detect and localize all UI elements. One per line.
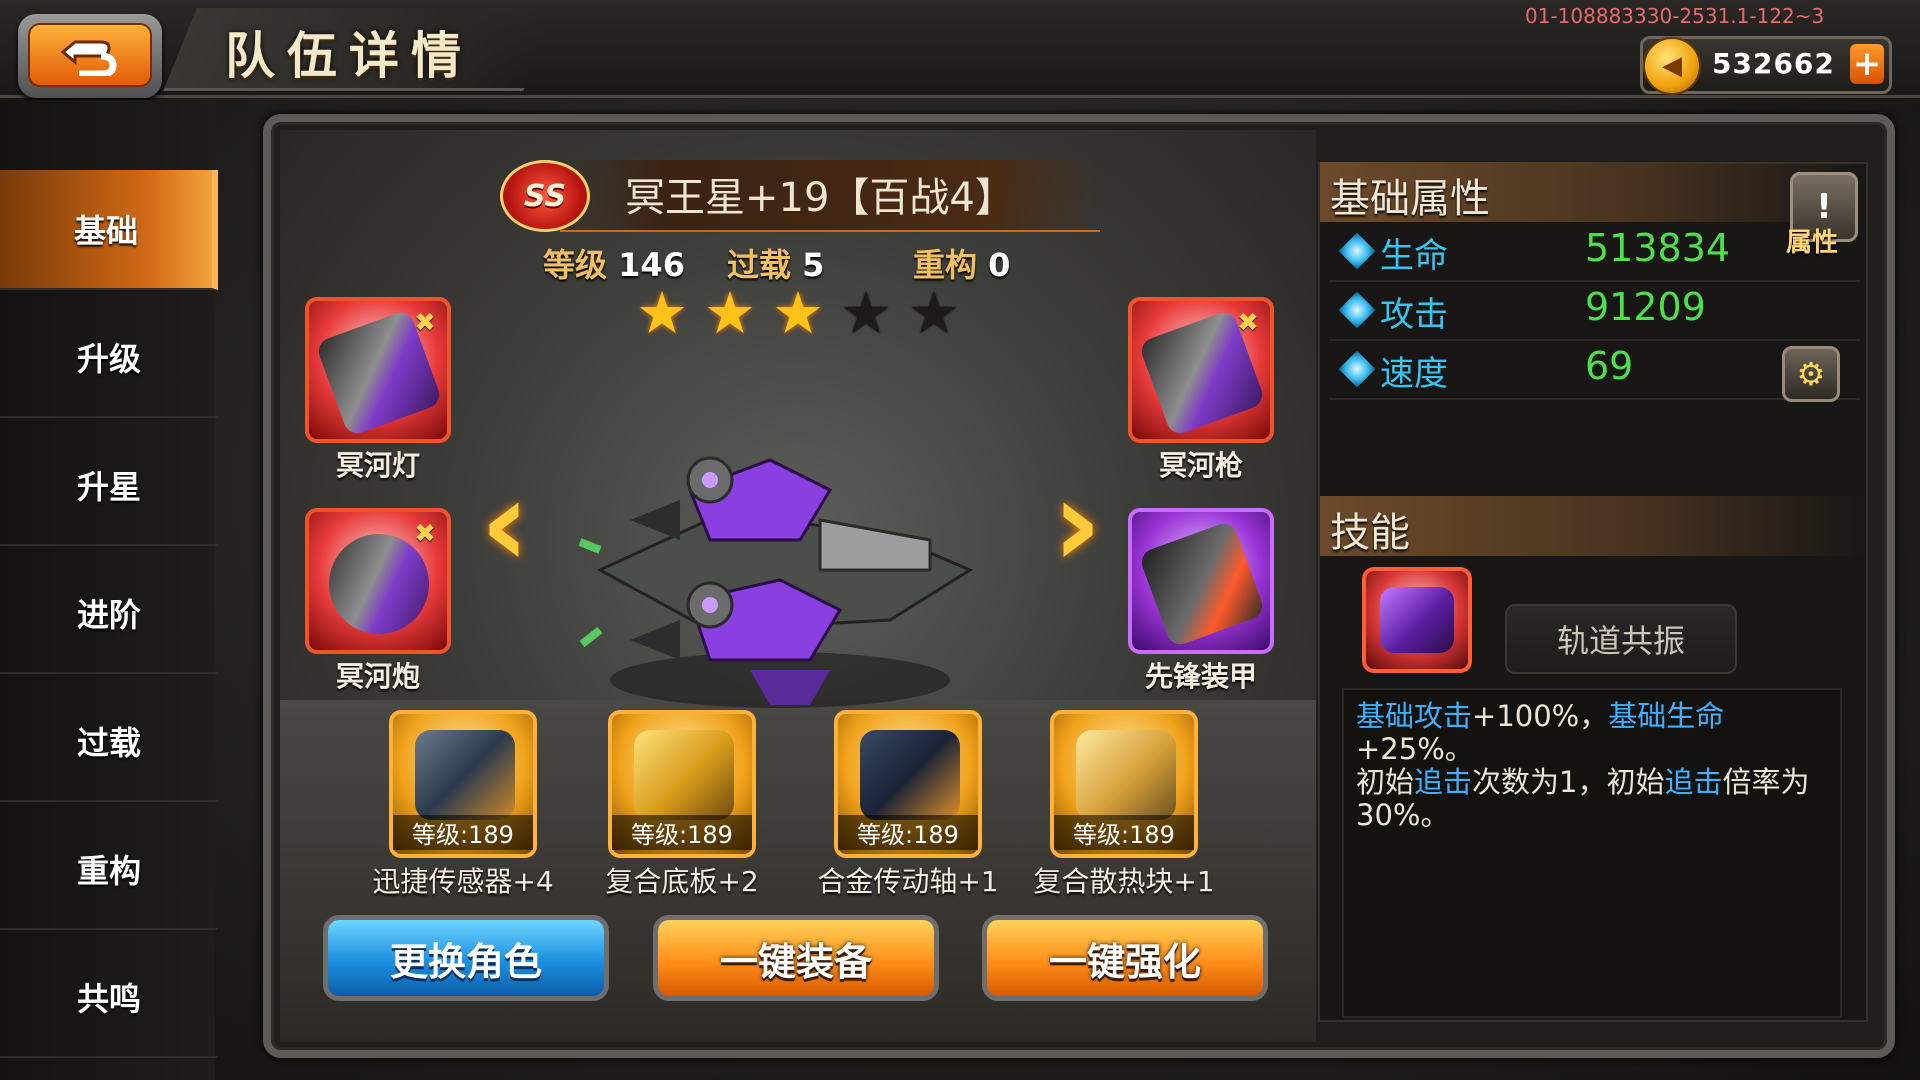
skill-desc-keyword: 基础生命 <box>1608 699 1725 733</box>
add-coins-button[interactable]: + <box>1850 44 1884 84</box>
strengthen-all-button[interactable]: 一键强化 <box>982 915 1268 1001</box>
star-filled-icon: ★ <box>704 279 756 347</box>
star-empty-icon: ★ <box>840 279 892 347</box>
skill-desc-keyword: 追击 <box>1414 765 1473 799</box>
star-filled-icon: ★ <box>636 279 688 347</box>
equip-slot-1[interactable]: 等级:189 <box>389 710 537 858</box>
nav-item-basic[interactable]: 基础 <box>0 170 218 290</box>
equip-slot-4[interactable]: 等级:189 <box>1050 710 1198 858</box>
equip-level: 等级:189 <box>393 815 533 850</box>
nav-item-upgrade[interactable]: 升级 <box>0 298 218 418</box>
equip-name-1: 迅捷传感器+4 <box>372 865 554 898</box>
skill-icon[interactable] <box>1362 567 1472 673</box>
skill-desc-text: +25%。 <box>1356 732 1474 766</box>
slot-top-left[interactable]: ✖ <box>305 297 451 443</box>
equip-level: 等级:189 <box>838 815 978 850</box>
equip-slot-2[interactable]: 等级:189 <box>608 710 756 858</box>
attributes-header: 基础属性 <box>1320 162 1866 222</box>
drive-shaft-icon <box>860 730 960 820</box>
slot-bottom-right-name: 先锋装甲 <box>1144 660 1257 693</box>
gear-icon: ⚙ <box>1796 355 1826 393</box>
equip-name-3: 合金传动轴+1 <box>817 865 999 898</box>
wrench-icon: ✖ <box>414 519 436 549</box>
slot-bottom-left[interactable]: ✖ <box>305 508 451 654</box>
diamond-icon <box>1338 232 1376 270</box>
skill-desc-text: 次数为1，初始 <box>1472 765 1665 799</box>
slot-bottom-left-name: 冥河炮 <box>335 660 420 693</box>
skill-desc-text: 30%。 <box>1356 798 1450 832</box>
coin-value: 532662 <box>1712 47 1835 80</box>
equip-name-4: 复合散热块+1 <box>1033 865 1215 898</box>
exclamation-icon: ! <box>1816 187 1832 227</box>
skill-header: 技能 <box>1320 496 1866 556</box>
wrench-icon: ✖ <box>1237 308 1259 338</box>
attr-row-atk: 攻击 91209 <box>1330 281 1860 341</box>
settings-gear-button[interactable]: ⚙ <box>1782 346 1840 402</box>
skill-desc-text: 倍率为 <box>1722 765 1810 799</box>
prev-unit-arrow-icon[interactable]: ‹ <box>470 465 540 585</box>
spd-value: 69 <box>1585 344 1634 388</box>
slot-bottom-right[interactable] <box>1128 508 1274 654</box>
skill-title: 技能 <box>1330 510 1410 556</box>
server-id: 01-108883330-2531.1-122~3 <box>1525 4 1825 28</box>
return-arrow-icon <box>28 23 152 87</box>
equip-all-button[interactable]: 一键装备 <box>653 915 939 1001</box>
wrench-icon: ✖ <box>414 308 436 338</box>
spd-label: 速度 <box>1380 354 1448 394</box>
hp-value: 513834 <box>1585 226 1731 270</box>
equip-slot-3[interactable]: 等级:189 <box>834 710 982 858</box>
nav-item-star-up[interactable]: 升星 <box>0 426 218 546</box>
skill-desc-text: +100%， <box>1472 699 1609 733</box>
diamond-icon <box>1338 291 1376 329</box>
diamond-icon <box>1338 350 1376 388</box>
base-plate-icon <box>634 730 734 820</box>
skill-desc-keyword: 追击 <box>1664 765 1723 799</box>
slot-top-left-name: 冥河灯 <box>335 449 420 482</box>
equip-name-2: 复合底板+2 <box>605 865 759 898</box>
skill-desc-text: 初始 <box>1356 765 1415 799</box>
nav-item-resonance[interactable]: 共鸣 <box>0 938 218 1058</box>
page-title: 队伍详情 <box>225 27 473 85</box>
change-role-button[interactable]: 更换角色 <box>323 915 609 1001</box>
back-button[interactable] <box>18 14 162 98</box>
atk-value: 91209 <box>1585 285 1706 329</box>
nav-item-overload[interactable]: 过载 <box>0 682 218 802</box>
heat-sink-icon <box>1076 730 1176 820</box>
equip-level: 等级:189 <box>612 815 752 850</box>
attributes-title: 基础属性 <box>1330 176 1490 222</box>
attr-row-hp: 生命 513834 <box>1330 222 1860 282</box>
armor-part-icon <box>1137 519 1267 649</box>
skill-image <box>1380 587 1454 653</box>
rank-badge: SS <box>500 160 590 232</box>
star-empty-icon: ★ <box>908 279 960 347</box>
nav-item-advance[interactable]: 进阶 <box>0 554 218 674</box>
level-label: 等级 <box>543 246 608 284</box>
rebuild-value: 0 <box>988 246 1011 284</box>
mech-unit-image <box>578 456 974 708</box>
unit-name: 冥王星+19【百战4】 <box>625 175 1015 221</box>
slot-top-right-name: 冥河枪 <box>1158 449 1243 482</box>
nav-item-rebuild[interactable]: 重构 <box>0 810 218 930</box>
equip-level: 等级:189 <box>1054 815 1194 850</box>
attr-row-spd: 速度 69 <box>1330 340 1860 400</box>
star-filled-icon: ★ <box>772 279 824 347</box>
skill-name: 轨道共振 <box>1505 604 1737 674</box>
coin-icon: ◀ <box>1643 37 1701 95</box>
skill-description: 基础攻击+100%，基础生命+25%。 初始追击次数为1，初始追击倍率为 30%。 <box>1342 688 1842 1018</box>
atk-label: 攻击 <box>1380 295 1448 335</box>
slot-top-right[interactable]: ✖ <box>1128 297 1274 443</box>
next-unit-arrow-icon[interactable]: › <box>1042 465 1112 585</box>
sensor-icon <box>415 730 515 820</box>
hp-label: 生命 <box>1380 236 1448 276</box>
skill-desc-keyword: 基础攻击 <box>1356 699 1473 733</box>
